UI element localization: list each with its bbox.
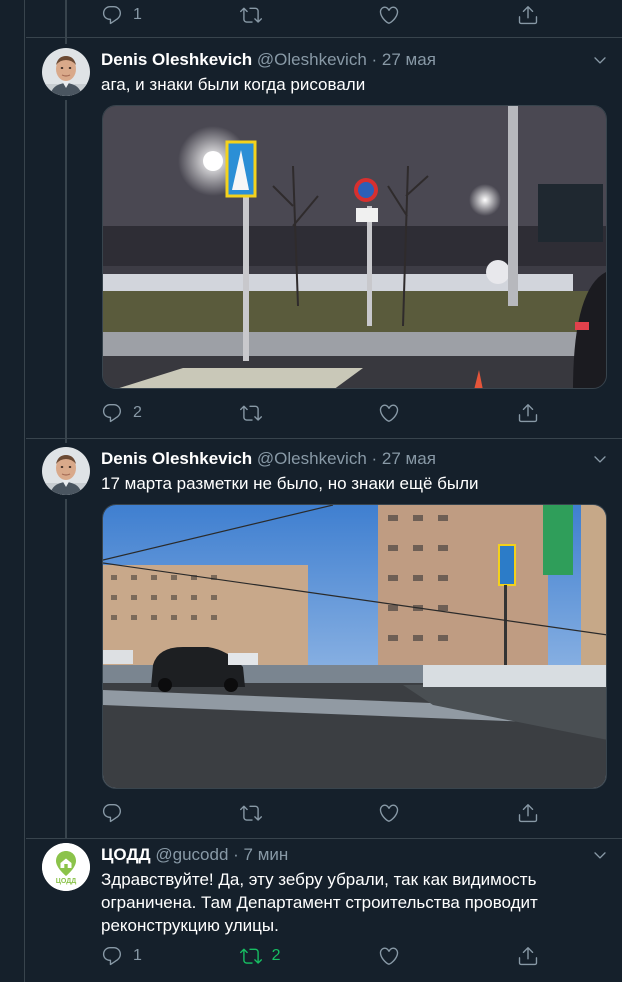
tweet-actions: 1 xyxy=(101,3,541,27)
share-button[interactable] xyxy=(517,945,541,967)
display-name[interactable]: Denis Oleshkevich xyxy=(101,449,252,468)
share-button[interactable] xyxy=(517,402,541,424)
reply-icon xyxy=(101,802,123,824)
display-name[interactable]: ЦОДД xyxy=(101,845,151,864)
share-icon xyxy=(517,945,539,967)
like-icon xyxy=(378,4,400,26)
like-button[interactable] xyxy=(378,4,468,26)
logo-text: ЦОДД xyxy=(55,878,77,885)
like-icon xyxy=(378,945,400,967)
timestamp[interactable]: 7 мин xyxy=(244,845,289,864)
tweet-photo[interactable] xyxy=(102,105,607,389)
reply-icon xyxy=(101,945,123,967)
share-icon xyxy=(517,402,539,424)
reply-button[interactable] xyxy=(101,802,191,824)
separator-dot: · xyxy=(371,50,378,69)
tweet-actions: 1 2 xyxy=(101,944,541,968)
retweet-icon xyxy=(240,402,262,424)
separator-dot: · xyxy=(233,845,239,864)
tweet-header: Denis Oleshkevich @Oleshkevich · 27 мая xyxy=(101,49,592,71)
tweet[interactable]: Denis Oleshkevich @Oleshkevich · 27 мая … xyxy=(26,439,622,839)
retweet-icon xyxy=(240,945,262,967)
tweet-menu-button[interactable] xyxy=(592,847,608,863)
like-button[interactable] xyxy=(378,945,468,967)
share-button[interactable] xyxy=(517,802,541,824)
reply-count: 2 xyxy=(133,404,142,421)
night-street-photo xyxy=(103,106,606,388)
left-column-border xyxy=(0,0,25,982)
retweet-icon xyxy=(240,802,262,824)
share-icon xyxy=(517,802,539,824)
tweet-photo[interactable] xyxy=(102,504,607,789)
chevron-down-icon xyxy=(592,52,608,68)
reply-button[interactable]: 1 xyxy=(101,945,191,967)
retweet-button[interactable] xyxy=(240,402,330,424)
tweet-actions xyxy=(101,801,541,825)
user-handle[interactable]: @gucodd xyxy=(155,845,228,864)
tweet[interactable]: ЦОДД ЦОДД @gucodd · 7 мин Здравствуйте! … xyxy=(26,839,622,982)
tweet-menu-button[interactable] xyxy=(592,451,608,467)
display-name[interactable]: Denis Oleshkevich xyxy=(101,50,252,69)
tweet-text: 17 марта разметки не было, но знаки ещё … xyxy=(101,474,479,493)
like-icon xyxy=(378,402,400,424)
tweet-text: ага, и знаки были когда рисовали xyxy=(101,75,366,94)
retweet-count: 2 xyxy=(271,947,281,964)
share-icon xyxy=(517,4,539,26)
user-handle[interactable]: @Oleshkevich xyxy=(257,449,367,468)
retweet-button[interactable] xyxy=(240,802,330,824)
tweet-header: Denis Oleshkevich @Oleshkevich · 27 мая xyxy=(101,448,592,470)
tweet[interactable]: Denis Oleshkevich @Oleshkevich · 27 мая … xyxy=(26,38,622,439)
retweet-icon xyxy=(240,4,262,26)
like-icon xyxy=(378,802,400,824)
share-button[interactable] xyxy=(517,4,541,26)
chevron-down-icon xyxy=(592,847,608,863)
reply-button[interactable]: 1 xyxy=(101,4,191,26)
user-handle[interactable]: @Oleshkevich xyxy=(257,50,367,69)
daytime-street-photo xyxy=(103,505,606,788)
tweet-previous: 1 xyxy=(26,0,622,38)
reply-count: 1 xyxy=(133,6,142,23)
tweet-header: ЦОДД @gucodd · 7 мин xyxy=(101,844,592,866)
reply-icon xyxy=(101,4,123,26)
tweet-text: Здравствуйте! Да, эту зебру убрали, так … xyxy=(101,870,538,935)
tweet-menu-button[interactable] xyxy=(592,52,608,68)
avatar[interactable]: ЦОДД xyxy=(42,843,90,891)
reply-count: 1 xyxy=(133,947,142,964)
avatar[interactable] xyxy=(42,447,90,495)
separator-dot: · xyxy=(371,449,378,468)
avatar[interactable] xyxy=(42,48,90,96)
like-button[interactable] xyxy=(378,402,468,424)
timestamp[interactable]: 27 мая xyxy=(382,50,436,69)
reply-icon xyxy=(101,402,123,424)
chevron-down-icon xyxy=(592,451,608,467)
reply-button[interactable]: 2 xyxy=(101,402,191,424)
tweet-actions: 2 xyxy=(101,401,541,425)
retweet-button[interactable] xyxy=(240,4,330,26)
timestamp[interactable]: 27 мая xyxy=(382,449,436,468)
like-button[interactable] xyxy=(378,802,468,824)
retweet-button[interactable]: 2 xyxy=(240,945,330,967)
